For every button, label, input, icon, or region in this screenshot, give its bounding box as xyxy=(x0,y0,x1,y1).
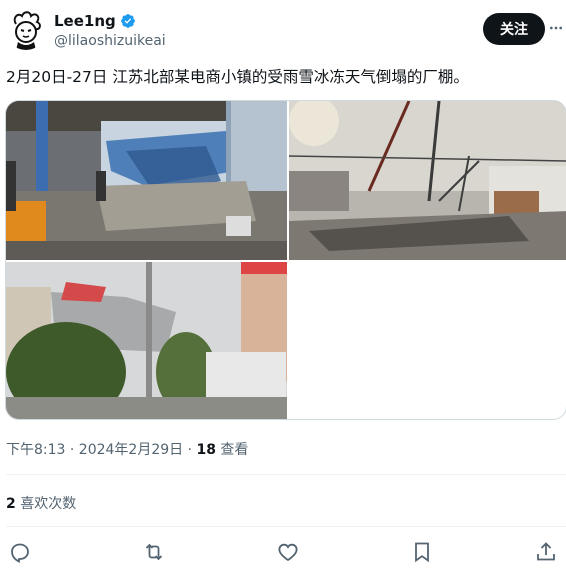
author-handle[interactable]: @lilaoshizuikeai xyxy=(54,33,166,49)
verified-badge-icon xyxy=(120,14,135,28)
avatar[interactable] xyxy=(6,10,46,50)
action-bar xyxy=(0,536,566,568)
reply-icon[interactable] xyxy=(8,540,32,564)
tweet-timestamp[interactable]: 下午8:13 · 2024年2月29日 · xyxy=(6,442,197,458)
likes-label: 喜欢次数 xyxy=(15,496,77,512)
likes-count: 2 xyxy=(6,496,16,512)
like-icon[interactable] xyxy=(276,540,300,564)
divider xyxy=(6,474,566,475)
retweet-icon[interactable] xyxy=(142,540,166,564)
bookmark-icon[interactable] xyxy=(410,540,434,564)
author-display-name[interactable]: Lee1ng xyxy=(54,12,116,30)
tweet-text: 2月20日-27日 江苏北部某电商小镇的受雨雪冰冻天气倒塌的厂棚。 xyxy=(6,68,469,86)
photo-collapsed-shed-frame[interactable] xyxy=(289,101,566,260)
share-icon[interactable] xyxy=(534,540,558,564)
tweet-meta: 下午8:13 · 2024年2月29日 · 18 查看 xyxy=(6,439,248,459)
tweet-header: Lee1ng @lilaoshizuikeai 关注 xyxy=(0,0,566,60)
likes-summary[interactable]: 2 喜欢次数 xyxy=(6,493,76,513)
media-grid xyxy=(5,100,566,420)
photo-collapsed-warehouse-interior[interactable] xyxy=(6,101,287,260)
view-label: 查看 xyxy=(215,442,249,458)
more-options-icon[interactable] xyxy=(548,20,564,36)
view-count: 18 xyxy=(196,442,216,458)
divider xyxy=(6,526,566,527)
photo-collapsed-roof-behind-trees[interactable] xyxy=(6,262,287,419)
follow-button[interactable]: 关注 xyxy=(483,13,545,45)
